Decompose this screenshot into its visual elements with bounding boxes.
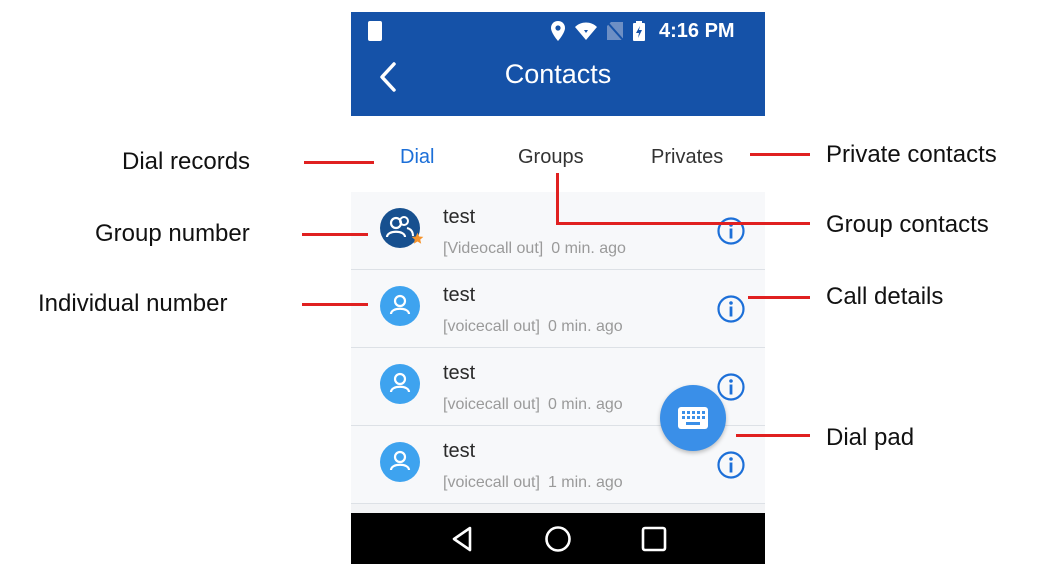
call-type: [voicecall out] <box>443 396 540 413</box>
tab-privates[interactable]: Privates <box>651 146 723 169</box>
app-bar: 4:16 PM Contacts <box>351 12 765 116</box>
annotation-individual-number: Individual number <box>38 290 228 317</box>
notification-icon <box>368 21 382 41</box>
callout-line <box>304 161 374 164</box>
call-type: [Videocall out] <box>443 240 544 257</box>
tab-groups[interactable]: Groups <box>518 146 584 169</box>
keyboard-icon <box>678 407 708 429</box>
contact-name: test <box>443 206 476 228</box>
contact-name: test <box>443 362 476 384</box>
person-icon <box>389 294 411 315</box>
recents-square-icon[interactable] <box>637 522 671 556</box>
back-triangle-icon[interactable] <box>445 522 479 556</box>
status-time: 4:16 PM <box>659 19 735 42</box>
wifi-icon <box>575 22 597 40</box>
status-icons: 4:16 PM <box>551 20 735 42</box>
info-icon[interactable] <box>716 450 746 480</box>
contact-name: test <box>443 284 476 306</box>
system-nav-bar <box>351 513 765 564</box>
dial-pad-button[interactable] <box>660 385 726 451</box>
callout-line <box>556 173 559 225</box>
individual-avatar <box>380 286 420 326</box>
tab-dial[interactable]: Dial <box>400 146 434 169</box>
call-type: [voicecall out] <box>443 318 540 335</box>
call-meta: [Videocall out] 0 min. ago <box>443 240 626 258</box>
callout-line <box>748 296 810 299</box>
info-icon[interactable] <box>716 216 746 246</box>
callout-line <box>736 434 810 437</box>
individual-avatar <box>380 442 420 482</box>
person-icon <box>389 450 411 471</box>
status-bar: 4:16 PM <box>351 12 765 50</box>
call-time: 0 min. ago <box>551 240 626 257</box>
annotation-group-number: Group number <box>95 220 250 247</box>
call-time: 0 min. ago <box>547 396 623 413</box>
info-icon[interactable] <box>716 294 746 324</box>
location-icon <box>551 21 565 41</box>
annotation-dial-pad: Dial pad <box>826 424 915 451</box>
annotation-dial-records: Dial records <box>122 148 251 175</box>
call-meta: [voicecall out] 0 min. ago <box>443 396 623 414</box>
dial-records-list: test [Videocall out] 0 min. ago test [vo… <box>351 192 765 504</box>
call-meta: [voicecall out] 0 min. ago <box>443 318 623 336</box>
callout-line <box>750 153 810 156</box>
person-icon <box>389 372 411 393</box>
phone-screen: 4:16 PM Contacts Dial Groups Privates te… <box>351 12 765 564</box>
callout-line <box>556 222 810 225</box>
battery-icon <box>633 21 645 41</box>
call-time: 0 min. ago <box>547 318 623 335</box>
individual-avatar <box>380 364 420 404</box>
annotation-call-details: Call details <box>826 283 944 310</box>
call-time: 1 min. ago <box>547 474 623 491</box>
call-meta: [voicecall out] 1 min. ago <box>443 474 623 492</box>
callout-line <box>302 303 368 306</box>
no-sim-icon <box>607 22 623 40</box>
annotation-group-contacts: Group contacts <box>826 211 989 238</box>
callout-line <box>302 233 368 236</box>
page-title: Contacts <box>504 59 612 89</box>
annotation-private-contacts: Private contacts <box>826 141 997 168</box>
call-type: [voicecall out] <box>443 474 540 491</box>
annotated-screenshot: 4:16 PM Contacts Dial Groups Privates te… <box>0 0 1064 572</box>
star-icon <box>411 232 424 244</box>
contact-name: test <box>443 440 476 462</box>
list-item[interactable]: test [voicecall out] 0 min. ago <box>351 270 765 348</box>
home-circle-icon[interactable] <box>541 522 575 556</box>
info-icon[interactable] <box>716 372 746 402</box>
